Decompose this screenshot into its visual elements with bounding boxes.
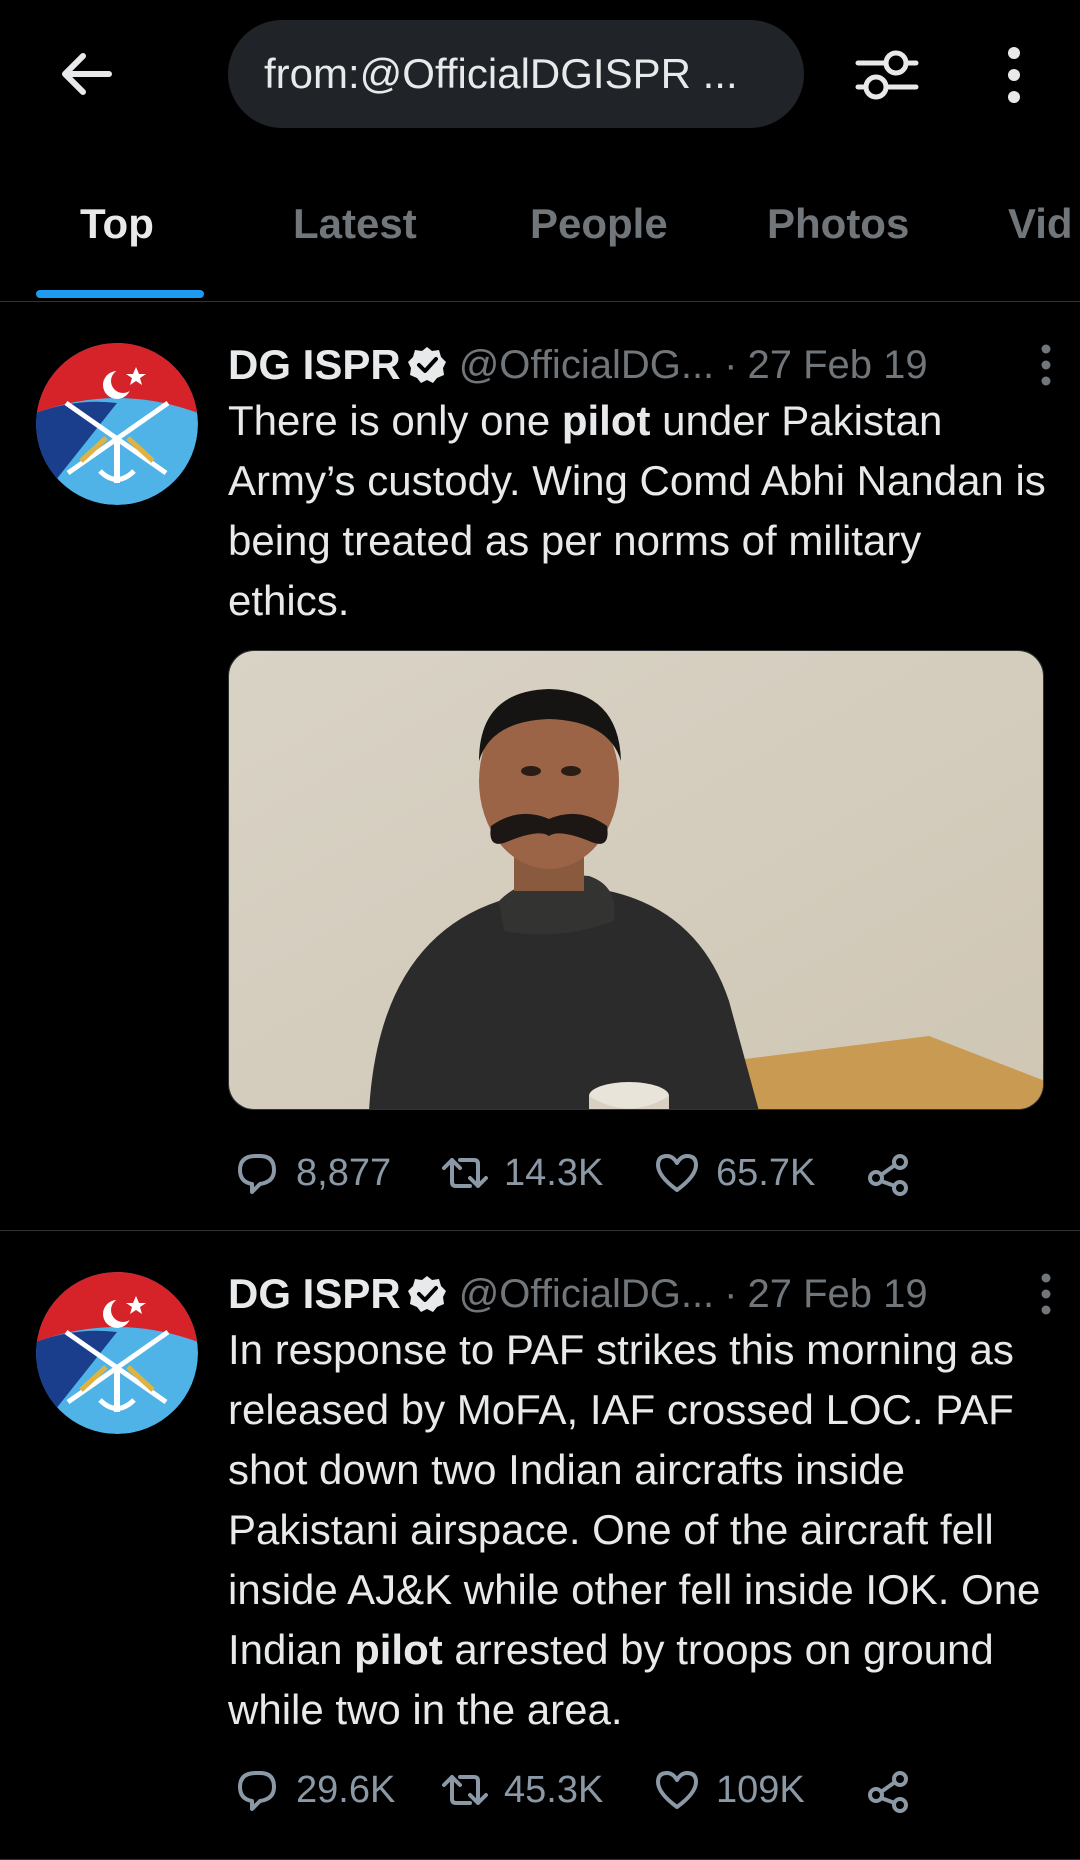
active-tab-indicator [36, 290, 204, 298]
sliders-icon [855, 50, 919, 100]
retweet-count: 14.3K [504, 1151, 604, 1194]
tweet[interactable]: DG ISPR @OfficialDG... · 27 Feb 19 In re… [0, 1232, 1080, 1860]
tab-photos[interactable]: Photos [767, 200, 909, 248]
share-icon [868, 1771, 908, 1813]
author-handle[interactable]: @OfficialDG... [459, 1272, 714, 1317]
verified-badge-icon [407, 347, 446, 383]
tweet-text: There is only one pilot under Pakistan A… [228, 391, 1048, 631]
heart-icon [656, 1771, 698, 1809]
retweet-icon [442, 1775, 488, 1805]
search-tabs: Top Latest People Photos Vid [0, 180, 1080, 302]
tab-people[interactable]: People [530, 200, 668, 248]
tweet-actions: 8,877 14.3K 65.7K [228, 1143, 1048, 1203]
arrow-left-icon [62, 53, 112, 95]
more-vertical-icon [1041, 1273, 1051, 1315]
retweet-button[interactable]: 45.3K [440, 1760, 603, 1820]
separator: · [724, 342, 738, 387]
back-button[interactable] [50, 44, 120, 104]
tweet-image[interactable] [228, 650, 1044, 1110]
tab-latest[interactable]: Latest [293, 200, 417, 248]
verified-badge-icon [407, 1276, 446, 1312]
separator: · [724, 1271, 738, 1316]
tweet-date[interactable]: 27 Feb 19 [748, 1272, 928, 1317]
dg-ispr-logo [36, 343, 198, 505]
tweet-text: In response to PAF strikes this morning … [228, 1320, 1048, 1740]
like-count: 109K [716, 1768, 805, 1811]
like-button[interactable]: 65.7K [652, 1143, 815, 1203]
reply-count: 8,877 [296, 1151, 392, 1194]
tweet-header: DG ISPR @OfficialDG... · 27 Feb 19 [228, 1266, 1048, 1322]
avatar[interactable] [36, 1272, 198, 1434]
more-options-button[interactable] [984, 40, 1044, 110]
tweet-actions: 29.6K 45.3K 109K [228, 1760, 1048, 1820]
tweet[interactable]: DG ISPR @OfficialDG... · 27 Feb 19 There… [0, 303, 1080, 1231]
dg-ispr-logo [36, 1272, 198, 1434]
tweet-header: DG ISPR @OfficialDG... · 27 Feb 19 [228, 337, 1048, 393]
text-segment: In response to PAF strikes this morning … [228, 1326, 1041, 1673]
like-count: 65.7K [716, 1151, 816, 1194]
share-button[interactable] [864, 1143, 914, 1203]
retweet-icon [442, 1158, 488, 1188]
reply-icon [238, 1154, 276, 1194]
filter-button[interactable] [852, 40, 922, 110]
like-button[interactable]: 109K [652, 1760, 805, 1820]
tab-top[interactable]: Top [80, 200, 154, 248]
top-bar: from:@OfficialDGISPR ... [0, 0, 1080, 150]
author-name[interactable]: DG ISPR [228, 1270, 401, 1318]
author-name[interactable]: DG ISPR [228, 341, 401, 389]
more-vertical-icon [1008, 47, 1020, 103]
tweet-date[interactable]: 27 Feb 19 [748, 343, 928, 388]
reply-count: 29.6K [296, 1768, 396, 1811]
share-button[interactable] [864, 1760, 914, 1820]
highlighted-term: pilot [561, 397, 651, 444]
share-icon [868, 1154, 908, 1196]
search-input[interactable]: from:@OfficialDGISPR ... [228, 20, 804, 128]
reply-button[interactable]: 8,877 [232, 1143, 391, 1203]
reply-icon [238, 1771, 276, 1811]
avatar[interactable] [36, 343, 198, 505]
retweet-count: 45.3K [504, 1768, 604, 1811]
highlighted-term: pilot [354, 1626, 443, 1673]
tab-videos[interactable]: Vid [1008, 200, 1073, 248]
tweet-more-button[interactable] [1026, 1266, 1066, 1322]
retweet-button[interactable]: 14.3K [440, 1143, 603, 1203]
heart-icon [656, 1154, 698, 1192]
tweet-more-button[interactable] [1026, 337, 1066, 393]
text-segment: There is only one [228, 397, 562, 444]
search-query-text: from:@OfficialDGISPR ... [264, 50, 738, 97]
author-handle[interactable]: @OfficialDG... [459, 343, 714, 388]
reply-button[interactable]: 29.6K [232, 1760, 395, 1820]
photo-man-seated [229, 651, 1043, 1109]
more-vertical-icon [1041, 344, 1051, 386]
